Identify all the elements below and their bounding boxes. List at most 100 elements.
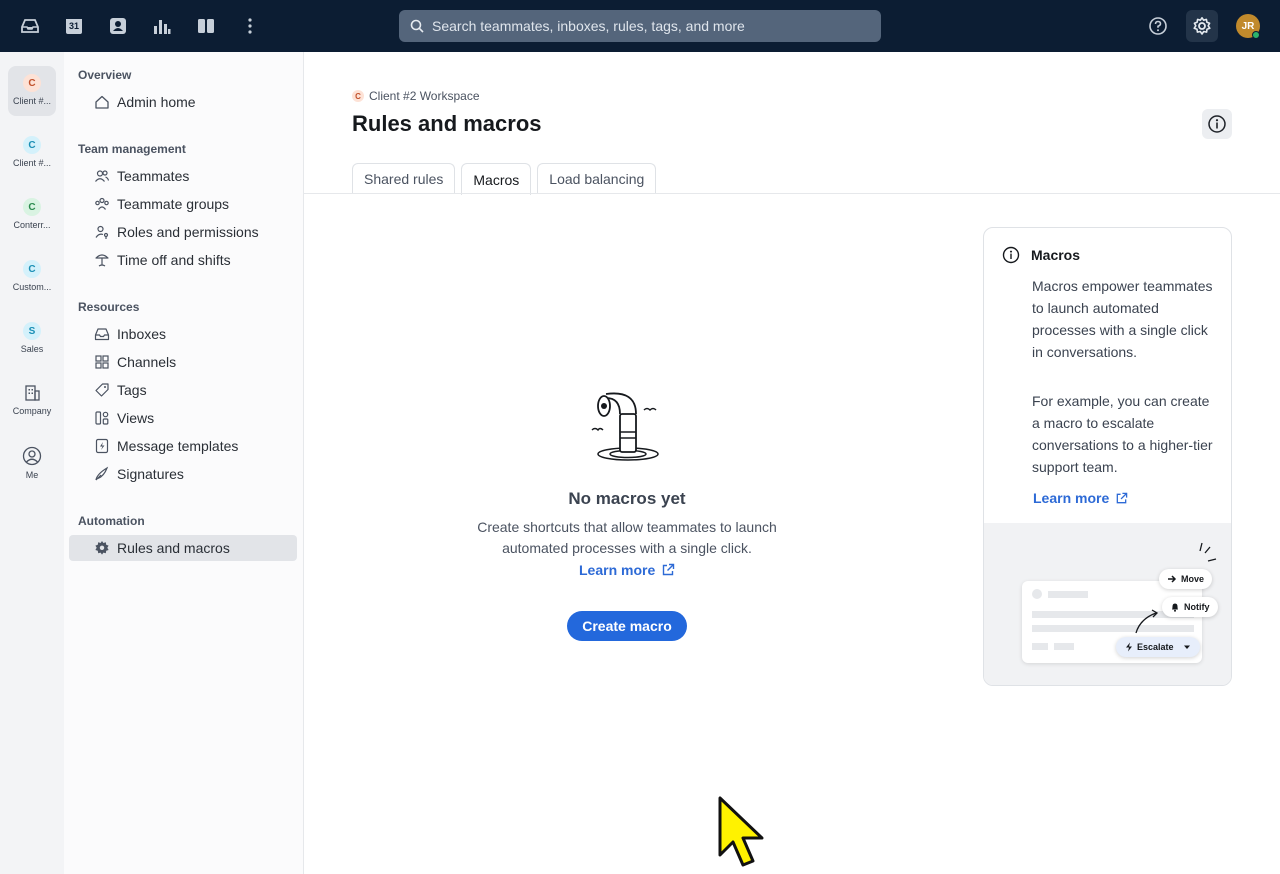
workspace-badge: C xyxy=(352,90,364,102)
help-card-paragraph-2: For example, you can create a macro to e… xyxy=(1032,393,1213,475)
lightning-icon xyxy=(1126,642,1132,652)
settings-button[interactable] xyxy=(1186,10,1218,42)
me-item[interactable]: Me xyxy=(8,438,56,488)
bell-icon xyxy=(1172,603,1178,612)
more-vertical-icon[interactable] xyxy=(238,14,262,38)
sidebar-item-roles-permissions[interactable]: Roles and permissions xyxy=(69,219,297,245)
notify-label: Notify xyxy=(1184,602,1210,612)
sidebar-item-label: Views xyxy=(117,410,155,426)
sidebar-item-label: Signatures xyxy=(117,466,184,482)
sidebar-item-teammates[interactable]: Teammates xyxy=(69,163,297,189)
home-icon xyxy=(93,93,111,111)
inbox-icon xyxy=(93,325,111,343)
page-title: Rules and macros xyxy=(352,111,542,136)
calendar-day: 31 xyxy=(68,21,79,31)
user-key-icon xyxy=(93,223,111,241)
sidebar-item-message-templates[interactable]: Message templates xyxy=(69,433,297,459)
workspace-badge: C xyxy=(23,136,41,154)
workspace-badge: C xyxy=(23,260,41,278)
help-card-paragraph-1: Macros empower teammates to launch autom… xyxy=(1032,278,1213,360)
gear-icon xyxy=(1193,17,1211,35)
mouse-cursor-icon xyxy=(718,796,764,867)
workspace-item-1[interactable]: C Client #... xyxy=(8,66,56,116)
me-label: Me xyxy=(25,470,39,480)
views-icon xyxy=(93,409,111,427)
empty-state-description: Create shortcuts that allow teammates to… xyxy=(477,519,777,556)
help-card-learn-more-link[interactable]: Learn more xyxy=(1033,490,1128,506)
info-button[interactable] xyxy=(1202,109,1232,139)
move-label: Move xyxy=(1181,574,1205,584)
signature-pen-icon xyxy=(93,465,111,483)
workspace-item-2[interactable]: C Client #... xyxy=(8,128,56,178)
calendar-icon[interactable]: 31 xyxy=(62,14,86,38)
sidebar-item-label: Teammates xyxy=(117,168,190,184)
section-title-overview: Overview xyxy=(78,68,132,82)
tab-divider xyxy=(304,193,1280,194)
breadcrumb[interactable]: C Client #2 Workspace xyxy=(352,89,480,103)
sidebar-item-label: Rules and macros xyxy=(117,540,230,556)
tab-bar: Shared rules Macros Load balancing xyxy=(352,163,657,195)
breadcrumb-label: Client #2 Workspace xyxy=(369,89,480,103)
analytics-icon[interactable] xyxy=(150,14,174,38)
sidebar-item-inboxes[interactable]: Inboxes xyxy=(69,321,297,347)
global-search[interactable] xyxy=(399,10,881,42)
learn-more-label: Learn more xyxy=(579,562,656,578)
tab-load-balancing[interactable]: Load balancing xyxy=(537,163,657,194)
sidebar-item-label: Channels xyxy=(117,354,177,370)
section-title-team: Team management xyxy=(78,142,186,156)
search-input[interactable] xyxy=(432,10,881,42)
sidebar-item-signatures[interactable]: Signatures xyxy=(69,461,297,487)
user-group-icon xyxy=(93,195,111,213)
user-circle-icon xyxy=(22,446,42,466)
workspace-item-4[interactable]: C Custom... xyxy=(8,252,56,302)
workspace-item-5[interactable]: S Sales xyxy=(8,314,56,364)
sidebar-item-label: Inboxes xyxy=(117,326,167,342)
help-icon[interactable] xyxy=(1146,14,1170,38)
search-icon xyxy=(410,19,424,33)
knowledge-base-icon[interactable] xyxy=(194,14,218,38)
contacts-icon[interactable] xyxy=(106,14,130,38)
sidebar-item-label: Roles and permissions xyxy=(117,224,259,240)
workspace-label: Client #... xyxy=(12,96,52,106)
sidebar-item-teammate-groups[interactable]: Teammate groups xyxy=(69,191,297,217)
workspace-badge: C xyxy=(23,74,41,92)
settings-sidebar: Overview Admin home Team management Team… xyxy=(64,52,304,874)
workspace-label: Sales xyxy=(20,344,44,354)
create-macro-button[interactable]: Create macro xyxy=(567,611,687,641)
inbox-icon[interactable] xyxy=(18,14,42,38)
info-icon xyxy=(1208,115,1226,133)
workspace-label: Conterr... xyxy=(13,220,51,230)
escalate-label: Escalate xyxy=(1137,642,1174,652)
sidebar-item-tags[interactable]: Tags xyxy=(69,377,297,403)
empty-state-learn-more-link[interactable]: Learn more xyxy=(579,562,675,578)
top-bar: 31 JR xyxy=(0,0,1280,52)
tab-macros[interactable]: Macros xyxy=(461,163,532,195)
notify-pill: Notify xyxy=(1162,597,1218,617)
sidebar-item-views[interactable]: Views xyxy=(69,405,297,431)
gear-icon xyxy=(93,539,111,557)
sidebar-item-channels[interactable]: Channels xyxy=(69,349,297,375)
main-content: C Client #2 Workspace Rules and macros S… xyxy=(304,52,1280,874)
learn-more-label: Learn more xyxy=(1033,490,1110,506)
sidebar-item-label: Admin home xyxy=(117,94,196,110)
workspace-item-3[interactable]: C Conterr... xyxy=(8,190,56,240)
users-icon xyxy=(93,167,111,185)
macro-illustration: Move Notify Escalate xyxy=(984,523,1231,685)
workspace-badge: S xyxy=(23,322,41,340)
move-pill: Move xyxy=(1159,569,1213,589)
escalate-pill: Escalate xyxy=(1116,637,1200,657)
macros-help-card: Macros Macros empower teammates to launc… xyxy=(983,227,1232,686)
sidebar-item-time-off[interactable]: Time off and shifts xyxy=(69,247,297,273)
arrow-right-icon xyxy=(1168,575,1177,583)
section-title-resources: Resources xyxy=(78,300,140,314)
tab-shared-rules[interactable]: Shared rules xyxy=(352,163,456,194)
company-label: Company xyxy=(12,406,52,416)
sidebar-item-label: Time off and shifts xyxy=(117,252,231,268)
help-card-header: Macros xyxy=(1002,246,1080,264)
sidebar-item-rules-macros[interactable]: Rules and macros xyxy=(69,535,297,561)
help-card-title: Macros xyxy=(1031,247,1081,263)
sidebar-item-admin-home[interactable]: Admin home xyxy=(69,89,297,115)
sidebar-item-label: Message templates xyxy=(117,438,239,454)
caret-down-icon xyxy=(1183,645,1190,649)
company-item[interactable]: Company xyxy=(8,376,56,426)
